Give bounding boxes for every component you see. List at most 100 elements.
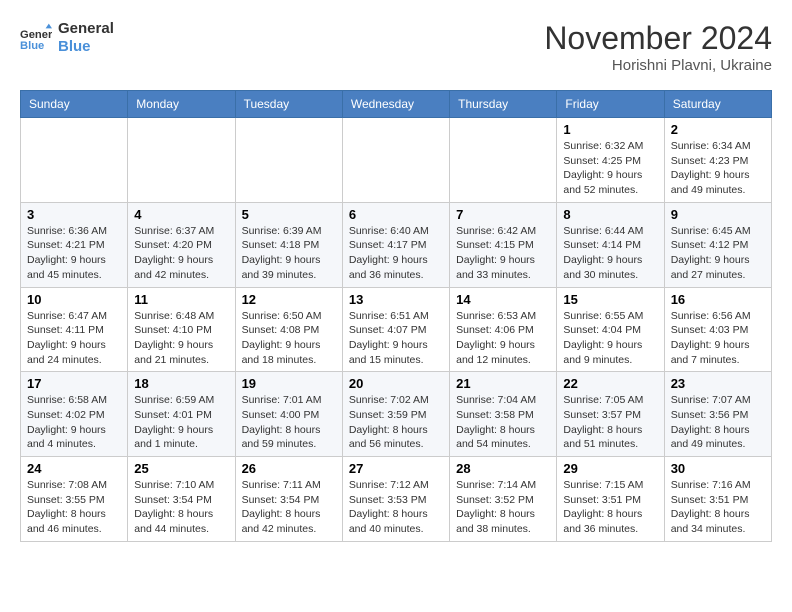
calendar-cell: 28Sunrise: 7:14 AM Sunset: 3:52 PM Dayli… <box>450 457 557 542</box>
day-number: 16 <box>671 292 765 307</box>
day-number: 6 <box>349 207 443 222</box>
day-number: 28 <box>456 461 550 476</box>
title-section: November 2024 Horishni Plavni, Ukraine <box>544 20 772 74</box>
day-number: 3 <box>27 207 121 222</box>
calendar-header-thursday: Thursday <box>450 91 557 118</box>
day-info: Sunrise: 6:47 AM Sunset: 4:11 PM Dayligh… <box>27 309 121 368</box>
day-number: 11 <box>134 292 228 307</box>
day-number: 14 <box>456 292 550 307</box>
calendar-cell: 15 Sunrise: 6:55 AM Sunset: 4:04 PM Dayli… <box>557 287 664 372</box>
calendar-cell: 19 Sunrise: 7:01 AM Sunset: 4:00 PM Dayli… <box>235 372 342 457</box>
calendar-header-monday: Monday <box>128 91 235 118</box>
calendar-cell: 18 Sunrise: 6:59 AM Sunset: 4:01 PM Dayli… <box>128 372 235 457</box>
day-info: Sunrise: 6:48 AM Sunset: 4:10 PM Dayligh… <box>134 309 228 368</box>
day-number: 12 <box>242 292 336 307</box>
calendar-cell: 2 Sunrise: 6:34 AM Sunset: 4:23 PM Daylig… <box>664 118 771 203</box>
calendar-cell: 29 Sunrise: 7:15 AM Sunset: 3:51 PM Dayli… <box>557 457 664 542</box>
day-number: 24 <box>27 461 121 476</box>
calendar-header-wednesday: Wednesday <box>342 91 449 118</box>
calendar-cell: 20Sunrise: 7:02 AM Sunset: 3:59 PM Dayli… <box>342 372 449 457</box>
calendar-cell: 12Sunrise: 6:50 AM Sunset: 4:08 PM Dayli… <box>235 287 342 372</box>
day-info: Sunrise: 7:16 AM Sunset: 3:51 PM Dayligh… <box>671 478 765 537</box>
day-number: 15 <box>563 292 657 307</box>
page-header: General Blue General Blue November 2024 … <box>20 20 772 74</box>
calendar-cell: 25 Sunrise: 7:10 AM Sunset: 3:54 PM Dayli… <box>128 457 235 542</box>
day-info: Sunrise: 6:40 AM Sunset: 4:17 PM Dayligh… <box>349 224 443 283</box>
day-info: Sunrise: 7:12 AM Sunset: 3:53 PM Dayligh… <box>349 478 443 537</box>
calendar-cell: 26Sunrise: 7:11 AM Sunset: 3:54 PM Dayli… <box>235 457 342 542</box>
calendar-cell: 21 Sunrise: 7:04 AM Sunset: 3:58 PM Dayli… <box>450 372 557 457</box>
day-number: 9 <box>671 207 765 222</box>
day-number: 22 <box>563 376 657 391</box>
calendar-cell: 6 Sunrise: 6:40 AM Sunset: 4:17 PM Daylig… <box>342 202 449 287</box>
location-subtitle: Horishni Plavni, Ukraine <box>544 57 772 74</box>
day-number: 23 <box>671 376 765 391</box>
day-info: Sunrise: 7:07 AM Sunset: 3:56 PM Dayligh… <box>671 393 765 452</box>
calendar-table: SundayMondayTuesdayWednesdayThursdayFrid… <box>20 90 772 542</box>
day-number: 13 <box>349 292 443 307</box>
calendar-header-sunday: Sunday <box>21 91 128 118</box>
logo-general: General <box>58 20 114 38</box>
calendar-cell <box>128 118 235 203</box>
calendar-cell: 1Sunrise: 6:32 AM Sunset: 4:25 PM Daylig… <box>557 118 664 203</box>
day-number: 10 <box>27 292 121 307</box>
day-info: Sunrise: 6:59 AM Sunset: 4:01 PM Dayligh… <box>134 393 228 452</box>
day-info: Sunrise: 6:51 AM Sunset: 4:07 PM Dayligh… <box>349 309 443 368</box>
day-number: 21 <box>456 376 550 391</box>
day-info: Sunrise: 6:53 AM Sunset: 4:06 PM Dayligh… <box>456 309 550 368</box>
calendar-cell: 3 Sunrise: 6:36 AM Sunset: 4:21 PM Daylig… <box>21 202 128 287</box>
calendar-header-row: SundayMondayTuesdayWednesdayThursdayFrid… <box>21 91 772 118</box>
calendar-week-row: 1Sunrise: 6:32 AM Sunset: 4:25 PM Daylig… <box>21 118 772 203</box>
calendar-cell: 16 Sunrise: 6:56 AM Sunset: 4:03 PM Dayli… <box>664 287 771 372</box>
day-number: 1 <box>563 122 657 137</box>
day-number: 29 <box>563 461 657 476</box>
calendar-week-row: 3 Sunrise: 6:36 AM Sunset: 4:21 PM Daylig… <box>21 202 772 287</box>
day-info: Sunrise: 7:15 AM Sunset: 3:51 PM Dayligh… <box>563 478 657 537</box>
day-info: Sunrise: 6:45 AM Sunset: 4:12 PM Dayligh… <box>671 224 765 283</box>
logo: General Blue General Blue <box>20 20 114 56</box>
calendar-cell: 27 Sunrise: 7:12 AM Sunset: 3:53 PM Dayli… <box>342 457 449 542</box>
calendar-cell <box>342 118 449 203</box>
calendar-header-friday: Friday <box>557 91 664 118</box>
day-info: Sunrise: 6:36 AM Sunset: 4:21 PM Dayligh… <box>27 224 121 283</box>
calendar-week-row: 24 Sunrise: 7:08 AM Sunset: 3:55 PM Dayli… <box>21 457 772 542</box>
calendar-cell: 17Sunrise: 6:58 AM Sunset: 4:02 PM Dayli… <box>21 372 128 457</box>
day-number: 30 <box>671 461 765 476</box>
day-number: 27 <box>349 461 443 476</box>
calendar-cell: 7 Sunrise: 6:42 AM Sunset: 4:15 PM Daylig… <box>450 202 557 287</box>
calendar-cell: 11 Sunrise: 6:48 AM Sunset: 4:10 PM Dayli… <box>128 287 235 372</box>
day-info: Sunrise: 6:34 AM Sunset: 4:23 PM Dayligh… <box>671 139 765 198</box>
day-info: Sunrise: 7:11 AM Sunset: 3:54 PM Dayligh… <box>242 478 336 537</box>
day-info: Sunrise: 7:10 AM Sunset: 3:54 PM Dayligh… <box>134 478 228 537</box>
day-info: Sunrise: 6:55 AM Sunset: 4:04 PM Dayligh… <box>563 309 657 368</box>
calendar-header-tuesday: Tuesday <box>235 91 342 118</box>
day-number: 4 <box>134 207 228 222</box>
day-number: 8 <box>563 207 657 222</box>
svg-text:Blue: Blue <box>20 40 44 52</box>
svg-text:General: General <box>20 29 52 41</box>
day-info: Sunrise: 7:01 AM Sunset: 4:00 PM Dayligh… <box>242 393 336 452</box>
day-info: Sunrise: 6:42 AM Sunset: 4:15 PM Dayligh… <box>456 224 550 283</box>
calendar-cell <box>235 118 342 203</box>
logo-blue: Blue <box>58 38 114 56</box>
calendar-week-row: 10 Sunrise: 6:47 AM Sunset: 4:11 PM Dayli… <box>21 287 772 372</box>
calendar-cell: 23 Sunrise: 7:07 AM Sunset: 3:56 PM Dayli… <box>664 372 771 457</box>
calendar-cell: 22 Sunrise: 7:05 AM Sunset: 3:57 PM Dayli… <box>557 372 664 457</box>
day-info: Sunrise: 6:56 AM Sunset: 4:03 PM Dayligh… <box>671 309 765 368</box>
day-number: 19 <box>242 376 336 391</box>
day-info: Sunrise: 7:04 AM Sunset: 3:58 PM Dayligh… <box>456 393 550 452</box>
calendar-cell: 14 Sunrise: 6:53 AM Sunset: 4:06 PM Dayli… <box>450 287 557 372</box>
day-info: Sunrise: 7:05 AM Sunset: 3:57 PM Dayligh… <box>563 393 657 452</box>
day-number: 18 <box>134 376 228 391</box>
day-info: Sunrise: 7:08 AM Sunset: 3:55 PM Dayligh… <box>27 478 121 537</box>
day-number: 2 <box>671 122 765 137</box>
logo-icon: General Blue <box>20 22 52 54</box>
month-title: November 2024 <box>544 20 772 57</box>
calendar-cell: 10 Sunrise: 6:47 AM Sunset: 4:11 PM Dayli… <box>21 287 128 372</box>
calendar-cell: 30 Sunrise: 7:16 AM Sunset: 3:51 PM Dayli… <box>664 457 771 542</box>
day-info: Sunrise: 6:44 AM Sunset: 4:14 PM Dayligh… <box>563 224 657 283</box>
calendar-cell: 8 Sunrise: 6:44 AM Sunset: 4:14 PM Daylig… <box>557 202 664 287</box>
day-number: 5 <box>242 207 336 222</box>
day-number: 7 <box>456 207 550 222</box>
day-number: 25 <box>134 461 228 476</box>
